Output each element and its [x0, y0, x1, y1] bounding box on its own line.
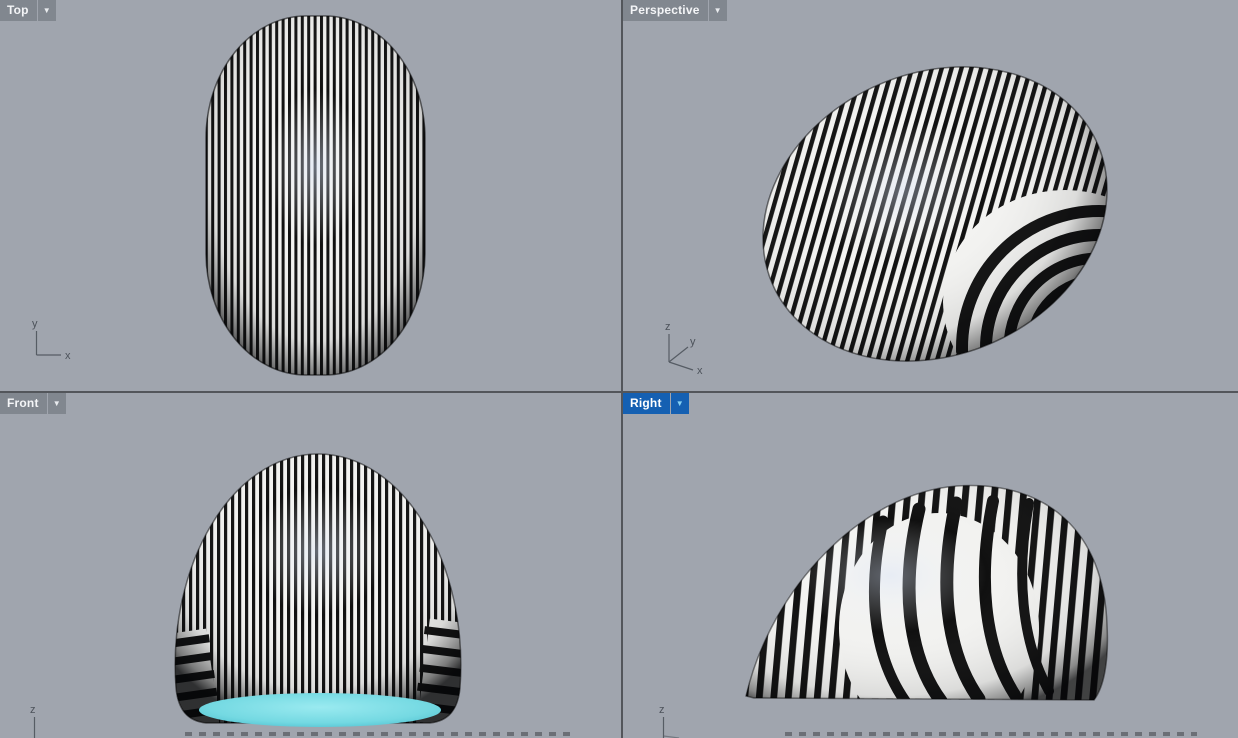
ground-stripe-reflection: [785, 732, 1197, 736]
viewport-label-right[interactable]: Right: [623, 393, 670, 414]
ground-stripe-reflection: [185, 732, 577, 736]
zebra-object[interactable]: [745, 484, 1109, 738]
zebra-object[interactable]: [205, 15, 426, 376]
viewport-title-bar: Front ▼: [0, 393, 66, 414]
viewport-front[interactable]: z Front ▼: [0, 393, 621, 738]
chevron-down-icon: ▼: [713, 6, 722, 15]
axis-indicator: z y x: [665, 321, 703, 376]
viewport-menu-button[interactable]: ▼: [47, 393, 66, 414]
chevron-down-icon: ▼: [42, 6, 51, 15]
axis-indicator: z: [30, 704, 36, 738]
axis-label-x: x: [697, 365, 703, 376]
viewport-perspective[interactable]: z y x Perspective ▼: [623, 0, 1238, 391]
viewport-menu-button[interactable]: ▼: [670, 393, 689, 414]
viewport-top[interactable]: y x Top ▼: [0, 0, 621, 391]
viewport-title-bar: Perspective ▼: [623, 0, 727, 21]
zebra-surface-right-view[interactable]: [623, 393, 1238, 738]
zebra-object[interactable]: [158, 453, 479, 730]
viewport-grid: y x Top ▼ z y x Perspective ▼ z Front ▼ …: [0, 0, 1238, 738]
surface-interior: [199, 693, 441, 727]
axis-label-y: y: [690, 336, 696, 348]
viewport-right[interactable]: z Right ▼: [623, 393, 1238, 738]
axis-indicator: y x: [32, 318, 71, 362]
viewport-label-front[interactable]: Front: [0, 393, 47, 414]
viewport-label-top[interactable]: Top: [0, 0, 37, 21]
axis-label-x: x: [65, 350, 71, 362]
chevron-down-icon: ▼: [675, 399, 684, 408]
viewport-title-bar: Top ▼: [0, 0, 56, 21]
axis-label-z: z: [30, 704, 36, 716]
viewport-label-perspective[interactable]: Perspective: [623, 0, 708, 21]
viewport-menu-button[interactable]: ▼: [37, 0, 56, 21]
axis-label-z: z: [665, 321, 671, 333]
viewport-menu-button[interactable]: ▼: [708, 0, 727, 21]
axis-indicator: z: [659, 704, 680, 738]
zebra-surface-top-view[interactable]: [0, 0, 621, 391]
axis-label-y: y: [32, 318, 38, 330]
chevron-down-icon: ▼: [52, 399, 61, 408]
viewport-title-bar: Right ▼: [623, 393, 689, 414]
axis-label-z: z: [659, 704, 665, 716]
zebra-surface-front-view[interactable]: [0, 393, 621, 738]
